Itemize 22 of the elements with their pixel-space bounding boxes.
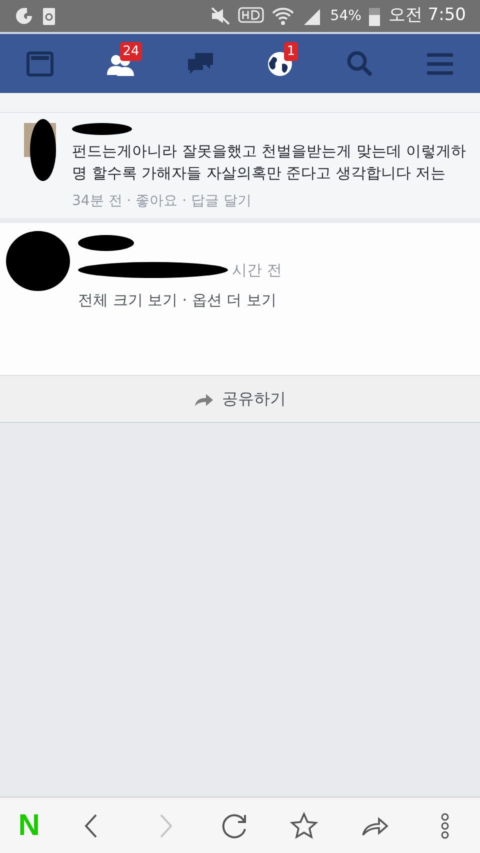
battery-icon bbox=[369, 6, 380, 26]
app-icon bbox=[14, 6, 34, 26]
notification-count: 1 bbox=[284, 42, 298, 61]
comment-text: 펀드는게아니라 잘못을했고 천벌을받는게 맞는데 이렇게하명 할수록 가해자들 자살의혹만 준다고 생각합니다 저는 bbox=[72, 141, 468, 184]
share-button[interactable]: 공유하기 bbox=[0, 374, 480, 422]
photo-options: 전체 크기 보기 · 옵션 더 보기 bbox=[78, 289, 282, 312]
post-meta: 시간 전 bbox=[232, 260, 282, 280]
mute-icon bbox=[210, 7, 230, 25]
comment-meta: 34분 전 · 좋아요 · 답글 달기 bbox=[72, 192, 252, 210]
nav-tab[interactable]: 1 bbox=[240, 34, 320, 93]
hd-icon bbox=[238, 6, 264, 26]
star-icon[interactable] bbox=[289, 810, 320, 840]
redaction-mark bbox=[72, 123, 132, 135]
notification-count: 24 bbox=[120, 42, 142, 61]
news-feed-icon bbox=[25, 48, 55, 78]
search-icon bbox=[345, 48, 375, 78]
nav-tab[interactable]: 24 bbox=[80, 34, 160, 93]
battery-level: 54% bbox=[330, 6, 362, 26]
redaction-mark bbox=[78, 234, 134, 250]
battery-saver-icon bbox=[42, 6, 56, 26]
clock: 오전 7:50 bbox=[388, 4, 466, 28]
wifi-icon bbox=[272, 6, 294, 26]
